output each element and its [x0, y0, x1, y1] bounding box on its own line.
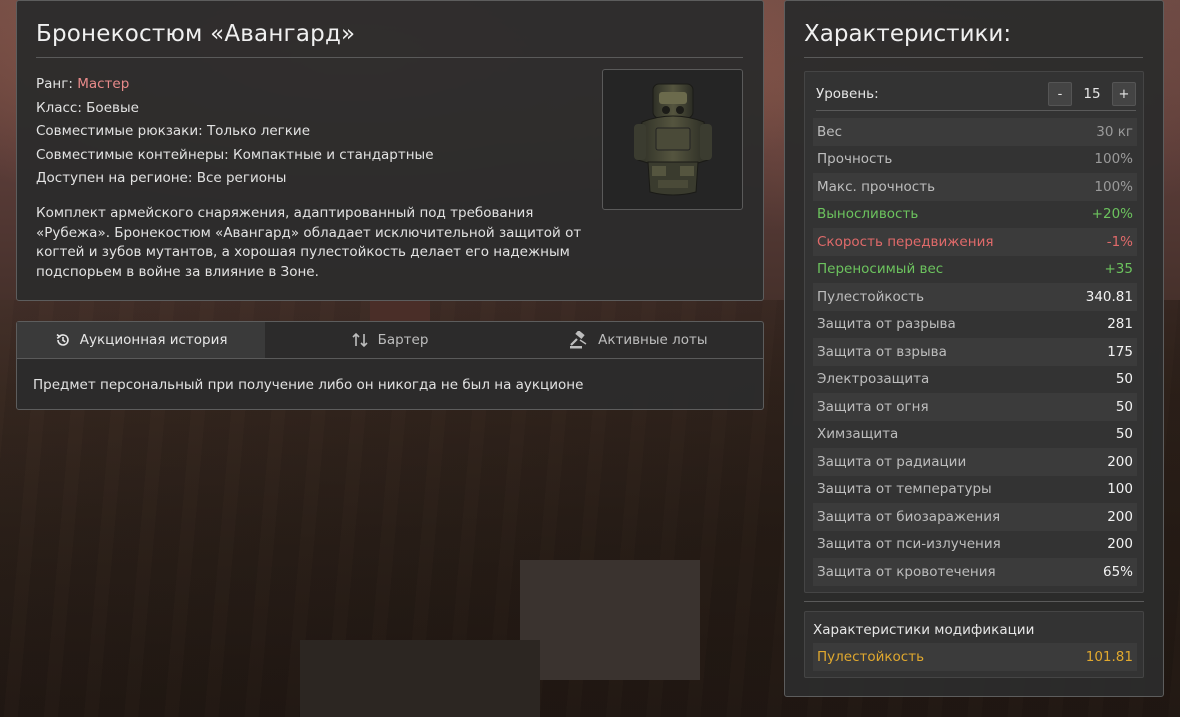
- stat-row: Макс. прочность 100%: [813, 173, 1137, 201]
- stat-value: 101.81: [1085, 649, 1133, 665]
- class-row: Класс: Боевые: [36, 99, 139, 116]
- tab-auction-history[interactable]: Аукционная история: [17, 322, 266, 358]
- stat-value: 200: [1107, 453, 1133, 470]
- modification-row: Пулестойкость 101.81: [813, 643, 1137, 671]
- stat-name: Электрозащита: [817, 371, 930, 388]
- background-ruin: [520, 560, 700, 680]
- background-ruin: [370, 300, 430, 322]
- stat-row: Защита от огня 50: [813, 393, 1137, 421]
- stat-row: Пулестойкость 340.81: [813, 283, 1137, 311]
- stat-value: 200: [1107, 536, 1133, 553]
- stat-value: 100%: [1094, 151, 1133, 168]
- tab-label: Аукционная история: [79, 332, 228, 348]
- modification-box: Характеристики модификации Пулестойкость…: [804, 611, 1144, 678]
- stat-name: Скорость передвижения: [817, 233, 994, 250]
- tab-label: Активные лоты: [598, 332, 708, 348]
- stat-row: Защита от кровотечения 65%: [813, 558, 1137, 586]
- stat-row: Прочность 100%: [813, 145, 1137, 173]
- stat-name: Переносимый вес: [817, 261, 944, 278]
- swap-arrows-icon: [351, 331, 369, 349]
- stat-name: Защита от температуры: [817, 481, 992, 498]
- item-image: [602, 69, 743, 210]
- stats-title: Характеристики:: [804, 21, 1143, 58]
- stat-name: Защита от пси-излучения: [817, 536, 1001, 553]
- tab-bar: Аукционная история Бартер Активные лоты: [17, 322, 763, 359]
- level-value: 15: [1083, 86, 1101, 102]
- stats-box: Уровень: - 15 + Вес 30 кг Прочность 100% Мак…: [804, 71, 1144, 593]
- level-label: Уровень:: [816, 86, 879, 102]
- level-increase-button[interactable]: +: [1112, 82, 1136, 106]
- item-description: Комплект армейского снаряжения, адаптиро…: [36, 205, 582, 281]
- item-properties: Ранг: Мастер Класс: Боевые Совместимые р…: [36, 73, 596, 191]
- stat-row: Скорость передвижения -1%: [813, 228, 1137, 256]
- stat-row: Защита от радиации 200: [813, 448, 1137, 476]
- stat-name: Химзащита: [817, 426, 899, 443]
- stat-value: 65%: [1102, 563, 1133, 580]
- stat-value: 50: [1115, 426, 1133, 443]
- stat-name: Защита от взрыва: [817, 343, 947, 360]
- level-decrease-button[interactable]: -: [1048, 82, 1072, 106]
- stat-row: Переносимый вес +35: [813, 255, 1137, 283]
- stats-divider: [804, 601, 1144, 602]
- rank-row: Ранг: Мастер: [36, 73, 596, 97]
- region-row: Доступен на регионе: Все регионы: [36, 170, 287, 186]
- tab-label: Бартер: [377, 332, 429, 348]
- stat-name: Пулестойкость: [817, 649, 925, 665]
- stat-value: 281: [1107, 316, 1133, 333]
- stat-value: 30 кг: [1096, 123, 1133, 140]
- stat-name: Выносливость: [817, 206, 919, 223]
- item-title: Бронекостюм «Авангард»: [36, 21, 743, 58]
- rank-value: Мастер: [77, 76, 130, 92]
- stat-name: Прочность: [817, 151, 893, 168]
- stats-panel: Характеристики: Уровень: - 15 + Вес 30 кг…: [784, 0, 1164, 697]
- stat-name: Защита от огня: [817, 398, 929, 415]
- stat-value: 50: [1115, 371, 1133, 388]
- stat-name: Защита от радиации: [817, 453, 967, 470]
- tab-active-lots[interactable]: Активные лоты: [514, 322, 763, 358]
- stat-row: Защита от разрыва 281: [813, 310, 1137, 338]
- stat-value: -1%: [1106, 233, 1133, 250]
- background-ruin: [300, 640, 540, 717]
- stat-row: Электрозащита 50: [813, 365, 1137, 393]
- level-row: Уровень: - 15 +: [816, 78, 1136, 111]
- stat-name: Защита от разрыва: [817, 316, 956, 333]
- stat-list: Вес 30 кг Прочность 100% Макс. прочность 100%…: [813, 118, 1137, 586]
- containers-row: Совместимые контейнеры: Компактные и ста…: [36, 146, 434, 163]
- stat-name: Защита от биозаражения: [817, 508, 1001, 525]
- auction-tabs-panel: Аукционная история Бартер Активные лоты …: [16, 321, 764, 410]
- stat-row: Защита от пси-излучения 200: [813, 530, 1137, 558]
- backpacks-row: Совместимые рюкзаки: Только легкие: [36, 123, 310, 139]
- stat-row: Защита от температуры 100: [813, 475, 1137, 503]
- stat-value: 200: [1107, 508, 1133, 525]
- history-icon: [55, 332, 71, 348]
- stat-value: 340.81: [1085, 288, 1133, 305]
- stat-value: 100%: [1094, 178, 1133, 195]
- item-info-panel: Бронекостюм «Авангард» Ранг: Мастер Клас…: [16, 0, 764, 301]
- stat-value: 50: [1115, 398, 1133, 415]
- stat-row: Защита от взрыва 175: [813, 338, 1137, 366]
- stat-name: Защита от кровотечения: [817, 563, 996, 580]
- stat-row: Защита от биозаражения 200: [813, 503, 1137, 531]
- stat-value: 175: [1107, 343, 1133, 360]
- gavel-icon: [569, 331, 589, 349]
- stat-name: Пулестойкость: [817, 288, 925, 305]
- stat-row: Вес 30 кг: [813, 118, 1137, 146]
- tab-content-text: Предмет персональный при получение либо …: [33, 377, 584, 393]
- modification-title: Характеристики модификации: [813, 622, 1035, 638]
- rank-label: Ранг:: [36, 76, 78, 92]
- stat-value: +35: [1104, 261, 1134, 278]
- stat-name: Макс. прочность: [817, 178, 936, 195]
- stat-value: +20%: [1091, 206, 1133, 223]
- stat-value: 100: [1107, 481, 1133, 498]
- stat-name: Вес: [817, 123, 842, 140]
- stat-row: Выносливость +20%: [813, 200, 1137, 228]
- stat-row: Химзащита 50: [813, 420, 1137, 448]
- tab-barter[interactable]: Бартер: [265, 322, 513, 358]
- armor-suit-icon: [633, 83, 712, 195]
